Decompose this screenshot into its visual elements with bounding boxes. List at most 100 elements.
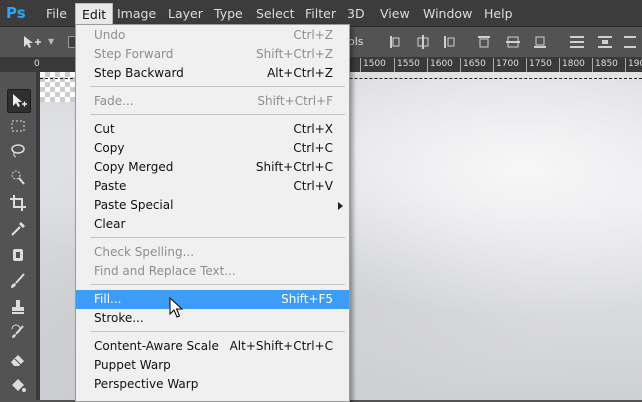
clone-stamp-tool[interactable] [7, 296, 29, 318]
menu-item-copy-merged[interactable]: Copy Merged Shift+Ctrl+C [76, 158, 349, 177]
crop-tool-icon [10, 195, 26, 211]
tools-panel [0, 72, 37, 400]
photoshop-logo: Ps [6, 4, 26, 22]
menu-item-shortcut: Alt+Ctrl+Z [267, 66, 333, 80]
menu-item-label: Perspective Warp [94, 377, 199, 391]
menu-item-shortcut: Ctrl+C [293, 141, 333, 155]
menu-item-puppet-warp[interactable]: Puppet Warp [76, 356, 349, 375]
paint-bucket-tool[interactable] [7, 374, 29, 396]
menu-window[interactable]: Window [417, 3, 478, 24]
menu-select[interactable]: Select [250, 3, 301, 24]
menu-filter[interactable]: Filter [299, 3, 342, 24]
ruler-label: 1900 [628, 59, 642, 69]
ruler-label: 0 [34, 59, 40, 69]
menu-item-content-aware-scale[interactable]: Content-Aware Scale Alt+Shift+Ctrl+C [76, 337, 349, 356]
spot-healing-tool[interactable] [7, 244, 29, 266]
menu-file[interactable]: File [40, 3, 73, 24]
mouse-pointer-icon [169, 297, 183, 318]
brush-tool[interactable] [7, 270, 29, 292]
crop-tool[interactable] [7, 192, 29, 214]
history-brush-tool[interactable] [7, 322, 29, 344]
menu-image[interactable]: Image [111, 3, 162, 24]
ruler-label: 1600 [430, 59, 453, 69]
menu-item-shortcut: Ctrl+X [293, 122, 333, 136]
show-transform-controls-label: ols [348, 35, 364, 48]
menu-item-shortcut: Alt+Shift+Ctrl+C [229, 339, 333, 353]
align-distribute-icons[interactable] [388, 34, 638, 50]
menu-item-fill[interactable]: Fill... Shift+F5 [76, 290, 349, 309]
ruler-tick [360, 58, 361, 72]
menu-type[interactable]: Type [208, 3, 249, 24]
menu-item-step-backward[interactable]: Step Backward Alt+Ctrl+Z [76, 64, 349, 83]
menu-separator [90, 86, 345, 87]
edit-menu-dropdown: Undo Ctrl+Z Step Forward Shift+Ctrl+Z St… [75, 24, 350, 402]
quick-selection-tool-icon [11, 170, 25, 185]
ruler-label: 1800 [562, 59, 585, 69]
menu-item-label: Undo [94, 28, 126, 42]
menu-item-label: Puppet Warp [94, 358, 171, 372]
menu-item-shortcut: Shift+Ctrl+F [257, 94, 333, 108]
menu-item-undo[interactable]: Undo Ctrl+Z [76, 26, 349, 45]
menu-item-label: Fade... [94, 94, 134, 108]
menu-item-check-spelling[interactable]: Check Spelling... [76, 243, 349, 262]
menu-bar: Ps File Edit Image Layer Type Select Fil… [0, 0, 642, 27]
marquee-tool[interactable] [7, 115, 29, 137]
menu-item-shortcut: Shift+Ctrl+Z [256, 47, 333, 61]
menu-separator [90, 284, 345, 285]
menu-item-label: Content-Aware Scale [94, 339, 219, 353]
menu-edit[interactable]: Edit [75, 3, 114, 25]
brush-tool-icon [11, 273, 25, 288]
menu-item-shortcut: Shift+F5 [281, 292, 333, 306]
chevron-down-icon[interactable]: ▼ [48, 37, 54, 46]
menu-item-perspective-warp[interactable]: Perspective Warp [76, 375, 349, 394]
eraser-tool[interactable] [7, 348, 29, 370]
ruler-label: 1850 [595, 59, 618, 69]
menu-item-stroke[interactable]: Stroke... [76, 309, 349, 328]
spot-healing-tool-icon [13, 249, 23, 261]
quick-selection-tool[interactable] [7, 166, 29, 188]
menu-help[interactable]: Help [478, 3, 519, 24]
menu-item-paste-special[interactable]: Paste Special [76, 196, 349, 215]
menu-item-find-replace[interactable]: Find and Replace Text... [76, 262, 349, 281]
menu-item-step-forward[interactable]: Step Forward Shift+Ctrl+Z [76, 45, 349, 64]
menu-item-label: Copy [94, 141, 125, 155]
ruler-label: 1650 [463, 59, 486, 69]
menu-item-paste[interactable]: Paste Ctrl+V [76, 177, 349, 196]
menu-separator [90, 331, 345, 332]
ruler-tick [526, 58, 527, 72]
submenu-arrow-icon [338, 202, 343, 210]
menu-item-label: Step Forward [94, 47, 174, 61]
ruler-label: 1750 [529, 59, 552, 69]
marquee-tool-icon [11, 120, 25, 132]
menu-view[interactable]: View [374, 3, 416, 24]
lasso-tool[interactable] [7, 140, 29, 162]
menu-item-label: Paste [94, 179, 127, 193]
ruler-tick [559, 58, 560, 72]
menu-item-cut[interactable]: Cut Ctrl+X [76, 120, 349, 139]
ruler-tick [592, 58, 593, 72]
menu-item-shortcut: Ctrl+Z [293, 28, 333, 42]
menu-3d[interactable]: 3D [341, 3, 371, 24]
menu-item-label: Fill... [94, 292, 122, 306]
menu-separator [90, 237, 345, 238]
menu-separator [90, 114, 345, 115]
menu-layer[interactable]: Layer [162, 3, 209, 24]
paint-bucket-tool-icon [12, 379, 26, 392]
eyedropper-tool[interactable] [7, 218, 29, 240]
move-tool-icon[interactable] [22, 34, 42, 50]
ruler-tick [460, 58, 461, 72]
menu-item-label: Clear [94, 217, 126, 231]
history-brush-tool-icon [11, 324, 24, 338]
menu-item-clear[interactable]: Clear [76, 215, 349, 234]
menu-item-copy[interactable]: Copy Ctrl+C [76, 139, 349, 158]
ruler-tick [394, 58, 395, 72]
move-tool-icon [13, 94, 27, 107]
eraser-tool-icon [11, 355, 24, 366]
move-tool[interactable] [7, 89, 31, 113]
menu-item-label: Stroke... [94, 311, 144, 325]
menu-item-fade[interactable]: Fade... Shift+Ctrl+F [76, 92, 349, 111]
lasso-tool-icon [11, 144, 25, 158]
menu-item-label: Find and Replace Text... [94, 264, 236, 278]
ruler-label: 1550 [397, 59, 420, 69]
menu-item-shortcut: Ctrl+V [293, 179, 333, 193]
